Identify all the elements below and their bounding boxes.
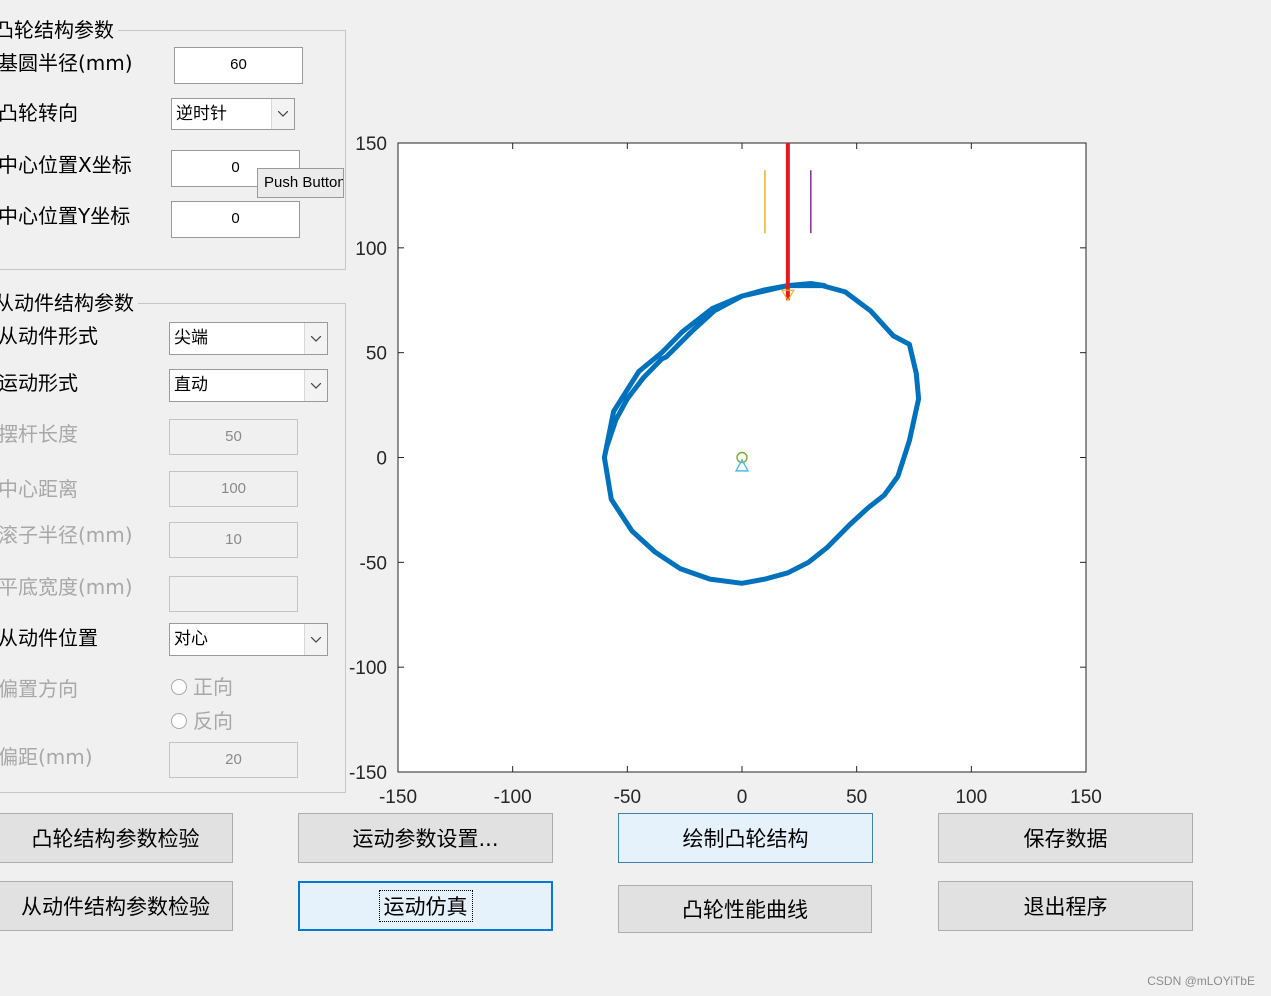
offset-positive-radio[interactable]: 正向 bbox=[171, 674, 233, 700]
y-tick-label: 150 bbox=[355, 134, 387, 155]
motion-type-label: 运动形式 bbox=[0, 371, 78, 395]
base-radius-label: 基圆半径(mm) bbox=[0, 51, 133, 75]
rocker-length-label: 摆杆长度 bbox=[0, 422, 78, 446]
x-tick-label: 50 bbox=[846, 787, 867, 808]
check-cam-params-button[interactable]: 凸轮结构参数检验 bbox=[0, 813, 233, 863]
simulate-label: 运动仿真 bbox=[378, 890, 473, 922]
flat-width-input[interactable] bbox=[169, 576, 298, 612]
check-follower-params-label: 从动件结构参数检验 bbox=[21, 895, 210, 919]
radio-circle-icon[interactable] bbox=[171, 713, 187, 729]
base-radius-input[interactable]: 60 bbox=[174, 47, 303, 84]
x-tick-label: 100 bbox=[955, 787, 987, 808]
center-y-label: 中心位置Y坐标 bbox=[0, 204, 131, 228]
y-tick-label: 0 bbox=[376, 449, 387, 470]
x-tick-label: 0 bbox=[737, 787, 748, 808]
center-distance-label: 中心距离 bbox=[0, 477, 78, 501]
y-tick-label: -50 bbox=[360, 553, 387, 574]
offset-label: 偏距(mm) bbox=[0, 745, 93, 769]
motion-settings-button[interactable]: 运动参数设置... bbox=[298, 813, 553, 863]
rotation-label: 凸轮转向 bbox=[0, 101, 78, 125]
chevron-down-icon[interactable] bbox=[304, 370, 327, 401]
follower-position-selected: 对心 bbox=[174, 629, 208, 649]
offset-positive-label: 正向 bbox=[193, 675, 233, 699]
radio-circle-icon[interactable] bbox=[171, 679, 187, 695]
push-button-tooltip: Push Button bbox=[257, 168, 344, 198]
center-distance-input[interactable]: 100 bbox=[169, 471, 298, 507]
motion-type-dropdown[interactable]: 直动 bbox=[169, 369, 328, 402]
check-cam-params-label: 凸轮结构参数检验 bbox=[31, 827, 200, 851]
performance-curves-button[interactable]: 凸轮性能曲线 bbox=[618, 885, 872, 933]
center-y-input[interactable]: 0 bbox=[171, 201, 300, 238]
draw-cam-label: 绘制凸轮结构 bbox=[682, 827, 809, 851]
simulate-button[interactable]: 运动仿真 bbox=[298, 881, 553, 931]
save-data-label: 保存数据 bbox=[1023, 827, 1108, 851]
chevron-down-icon[interactable] bbox=[304, 624, 327, 655]
center-x-label: 中心位置X坐标 bbox=[0, 153, 132, 177]
follower-position-dropdown[interactable]: 对心 bbox=[169, 623, 328, 656]
offset-direction-label: 偏置方向 bbox=[0, 677, 78, 701]
rotation-selected: 逆时针 bbox=[176, 104, 227, 124]
x-tick-label: -100 bbox=[494, 787, 532, 808]
follower-params-title: 从动件结构参数 bbox=[0, 291, 138, 315]
roller-radius-label: 滚子半径(mm) bbox=[0, 523, 133, 547]
chevron-down-icon[interactable] bbox=[271, 99, 294, 129]
performance-curves-label: 凸轮性能曲线 bbox=[682, 898, 808, 922]
offset-negative-label: 反向 bbox=[193, 709, 233, 733]
y-tick-label: 50 bbox=[366, 344, 387, 365]
motion-settings-label: 运动参数设置... bbox=[352, 827, 499, 851]
follower-type-label: 从动件形式 bbox=[0, 324, 98, 348]
x-tick-label: -50 bbox=[614, 787, 641, 808]
rocker-length-input[interactable]: 50 bbox=[169, 419, 298, 455]
roller-radius-input[interactable]: 10 bbox=[169, 522, 298, 558]
follower-position-label: 从动件位置 bbox=[0, 626, 98, 650]
exit-label: 退出程序 bbox=[1023, 895, 1108, 919]
exit-button[interactable]: 退出程序 bbox=[938, 881, 1193, 931]
rotation-dropdown[interactable]: 逆时针 bbox=[171, 98, 295, 130]
x-tick-label: 150 bbox=[1070, 787, 1102, 808]
check-follower-params-button[interactable]: 从动件结构参数检验 bbox=[0, 881, 233, 931]
draw-cam-button[interactable]: 绘制凸轮结构 bbox=[618, 813, 873, 863]
offset-input[interactable]: 20 bbox=[169, 742, 298, 778]
y-tick-label: 100 bbox=[355, 239, 387, 260]
follower-type-selected: 尖端 bbox=[174, 328, 208, 348]
flat-width-label: 平底宽度(mm) bbox=[0, 575, 133, 599]
follower-type-dropdown[interactable]: 尖端 bbox=[169, 322, 328, 355]
offset-negative-radio[interactable]: 反向 bbox=[171, 708, 233, 734]
y-tick-label: -100 bbox=[349, 658, 387, 679]
chevron-down-icon[interactable] bbox=[304, 323, 327, 354]
motion-type-selected: 直动 bbox=[174, 375, 208, 395]
cam-plot: -150 -100 -50 0 50 100 150 150 100 50 0 -50 -100 -150 bbox=[349, 134, 1102, 808]
cam-params-title: 凸轮结构参数 bbox=[0, 18, 118, 42]
save-data-button[interactable]: 保存数据 bbox=[938, 813, 1193, 863]
watermark: CSDN @mLOYiTbE bbox=[1147, 974, 1255, 988]
plot-area bbox=[397, 142, 1087, 773]
x-tick-label: -150 bbox=[379, 787, 417, 808]
y-tick-label: -150 bbox=[349, 763, 387, 784]
